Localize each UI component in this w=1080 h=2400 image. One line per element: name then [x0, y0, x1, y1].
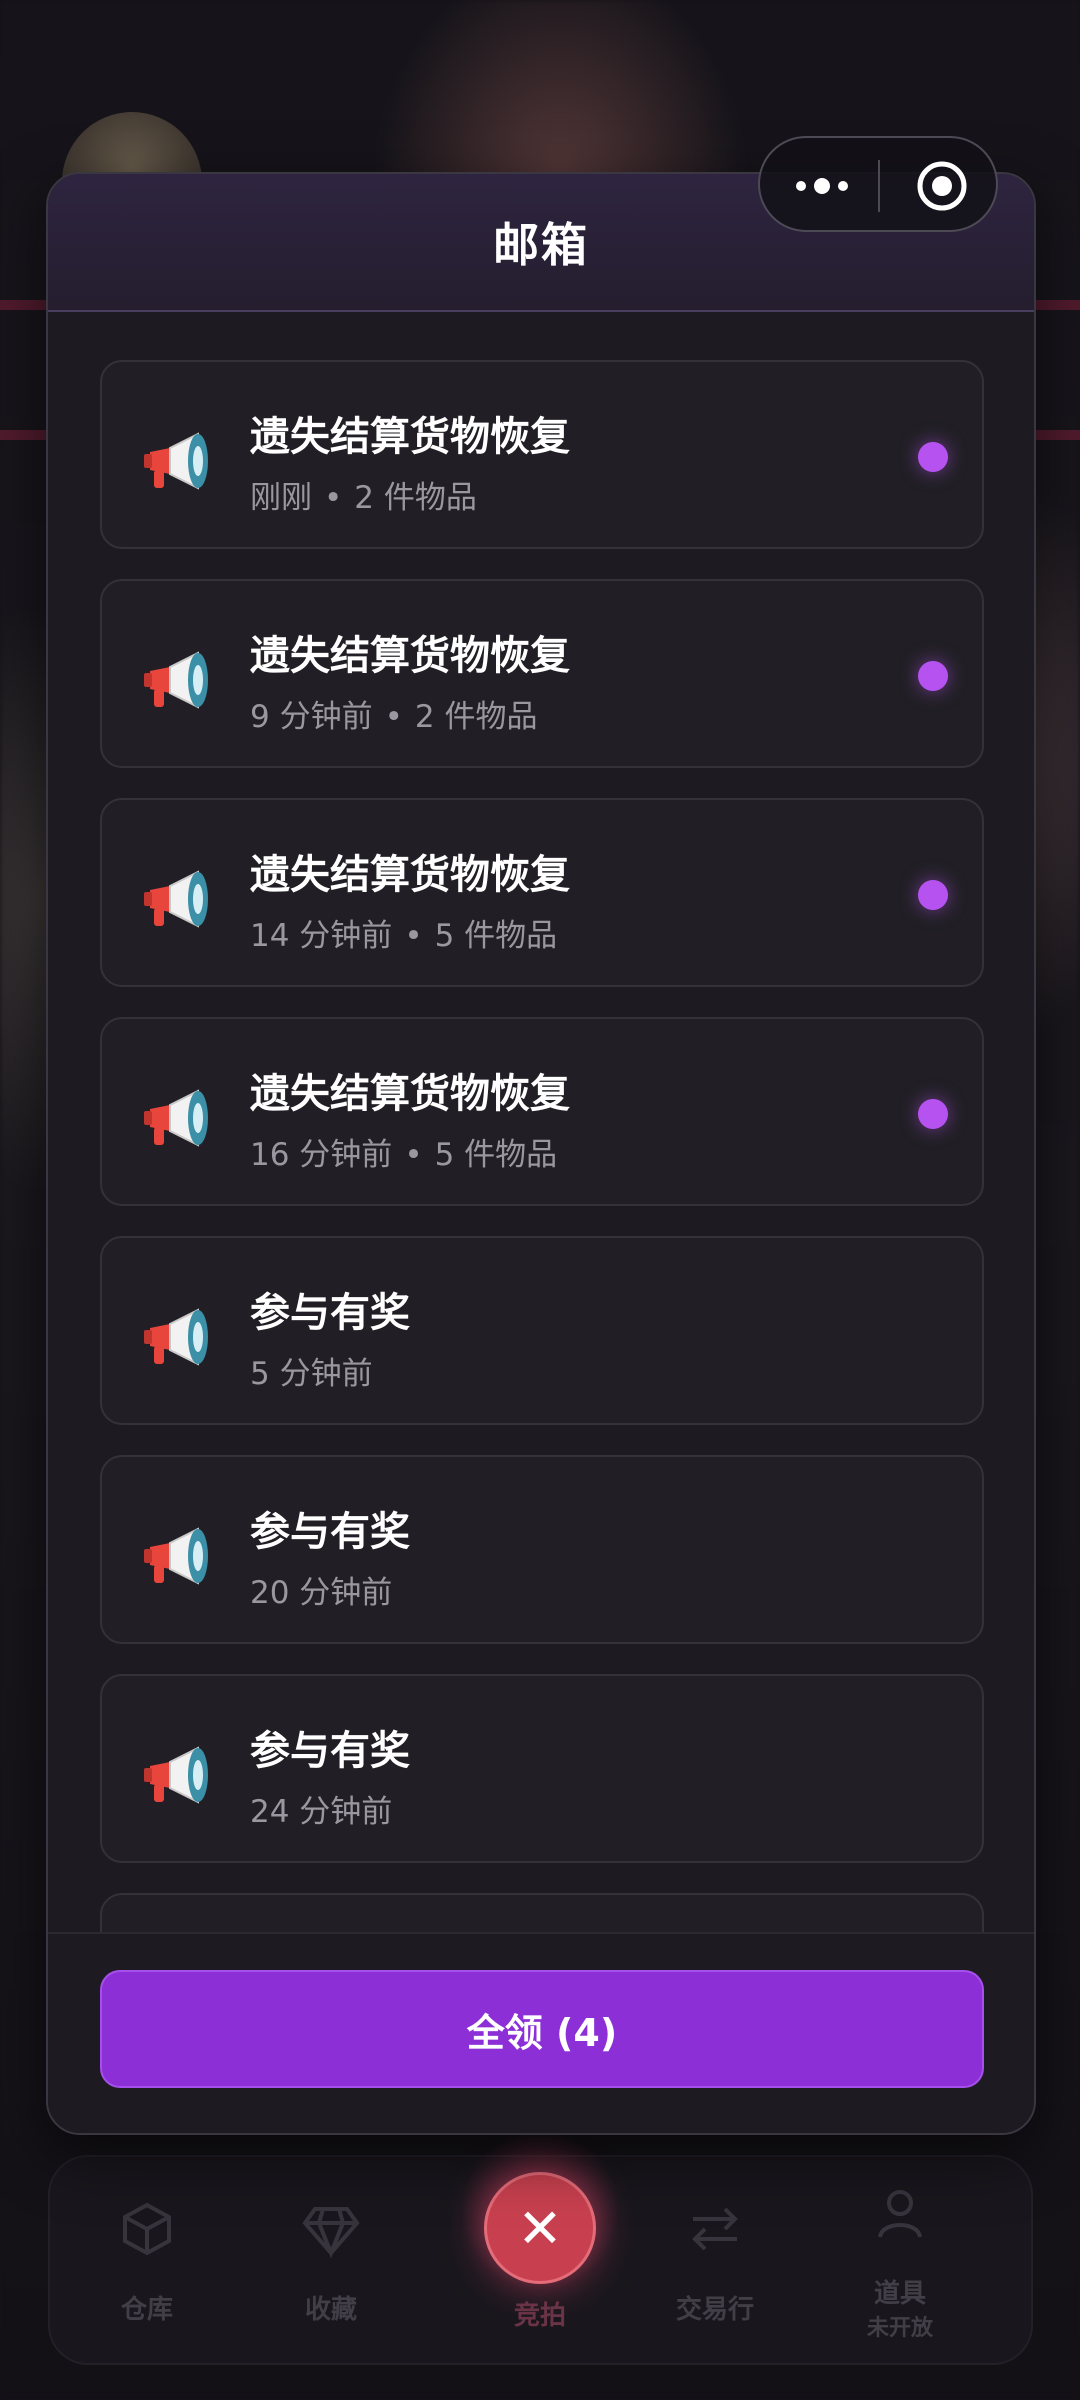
modal-title: 邮箱: [493, 218, 589, 272]
meta-separator: •: [404, 1137, 423, 1173]
diamond-icon: [301, 2199, 361, 2279]
nav-label: 收藏: [304, 2294, 357, 2325]
mail-item-count: 5 件物品: [434, 918, 558, 954]
mail-title: 遗失结算货物恢复: [250, 1071, 570, 1117]
mail-time: 14 分钟前: [250, 918, 393, 954]
mail-meta: 刚刚 • 2 件物品: [250, 472, 477, 517]
nav-item-props[interactable]: 道具 未开放: [825, 2157, 975, 2367]
mail-time: 5 分钟前: [250, 1356, 373, 1392]
mailbox-modal: 邮箱 遗失结算货物恢复 刚刚 • 2 件物品 遗失结算货物恢复 9 分钟前 • 2 件物品 遗失…: [46, 172, 1036, 2135]
mail-time: 9 分钟前: [250, 699, 373, 735]
close-icon: ✕: [517, 2196, 563, 2260]
mail-item-count: 5 件物品: [434, 1137, 558, 1173]
megaphone-icon: [136, 860, 216, 940]
mail-title: 参与有奖: [250, 1290, 410, 1336]
nav-label: 道具: [873, 2278, 926, 2309]
mail-item-count: 2 件物品: [414, 699, 538, 735]
mail-meta: 5 分钟前: [250, 1348, 373, 1393]
mail-meta: 20 分钟前: [250, 1567, 392, 1612]
claim-all-button[interactable]: 全领 (4): [100, 1970, 984, 2088]
modal-footer: 全领 (4): [48, 1932, 1034, 2133]
mail-item[interactable]: 遗失结算货物恢复 14 分钟前 • 5 件物品: [100, 798, 984, 987]
capsule-divider: [878, 160, 880, 212]
mail-title: 参与有奖: [250, 1728, 410, 1774]
meta-separator: •: [324, 480, 343, 516]
mail-meta: 9 分钟前 • 2 件物品: [250, 691, 537, 736]
nav-sublabel: 未开放: [866, 2315, 933, 2341]
mail-item[interactable]: 参与有奖 24 分钟前: [100, 1674, 984, 1863]
mail-title: 遗失结算货物恢复: [250, 633, 570, 679]
meta-separator: •: [384, 699, 403, 735]
megaphone-icon: [136, 1079, 216, 1159]
nav-item-favorites[interactable]: 收藏: [256, 2157, 406, 2367]
unread-dot: [918, 880, 948, 910]
mail-title: 遗失结算货物恢复: [250, 852, 570, 898]
unread-dot: [918, 661, 948, 691]
megaphone-icon: [136, 1736, 216, 1816]
mail-title: 参与有奖: [250, 1509, 410, 1555]
nav-item-trade[interactable]: 交易行: [640, 2157, 790, 2367]
mail-item[interactable]: 遗失结算货物恢复刚刚 • 2 件物品: [100, 360, 984, 549]
close-button[interactable]: ✕: [484, 2172, 596, 2284]
mail-meta: 24 分钟前: [250, 1786, 392, 1831]
mail-time: 16 分钟前: [250, 1137, 393, 1173]
nav-label: 仓库: [120, 2294, 173, 2325]
mail-meta: 16 分钟前 • 5 件物品: [250, 1129, 557, 1174]
mail-title: 遗失结算货物恢复: [250, 414, 570, 460]
nav-label-auction: 竞拍: [513, 2301, 566, 2331]
more-dots-icon[interactable]: [788, 158, 856, 214]
mail-item[interactable]: 参与有奖 20 分钟前: [100, 1455, 984, 1644]
unread-dot: [918, 1099, 948, 1129]
box-icon: [117, 2199, 177, 2279]
mail-item-count: 2 件物品: [354, 480, 477, 516]
nav-label: 交易行: [675, 2294, 754, 2325]
unread-dot: [918, 442, 948, 472]
user-icon: [870, 2183, 930, 2263]
mail-meta: 14 分钟前 • 5 件物品: [250, 910, 557, 955]
nav-item-warehouse[interactable]: 仓库: [72, 2157, 222, 2367]
megaphone-icon: [136, 1517, 216, 1597]
mail-item[interactable]: 遗失结算货物恢复 16 分钟前 • 5 件物品: [100, 1017, 984, 1206]
meta-separator: •: [404, 918, 423, 954]
mail-time: 刚刚: [250, 480, 312, 516]
mail-time: 24 分钟前: [250, 1794, 393, 1830]
mail-item[interactable]: 参与有奖 5 分钟前: [100, 1236, 984, 1425]
megaphone-icon: [136, 641, 216, 721]
mail-list[interactable]: 遗失结算货物恢复 刚刚 • 2 件物品 遗失结算货物恢复 9 分钟前 • 2 件物品 遗失结算货…: [100, 360, 984, 2104]
mail-item[interactable]: 遗失结算货物恢复 9 分钟前 • 2 件物品: [100, 579, 984, 768]
megaphone-icon: [136, 1298, 216, 1378]
capsule-menu: [758, 136, 998, 232]
mail-time: 20 分钟前: [250, 1575, 393, 1611]
swap-icon: [685, 2199, 745, 2279]
target-icon[interactable]: [914, 158, 970, 214]
megaphone-icon: [136, 422, 216, 502]
